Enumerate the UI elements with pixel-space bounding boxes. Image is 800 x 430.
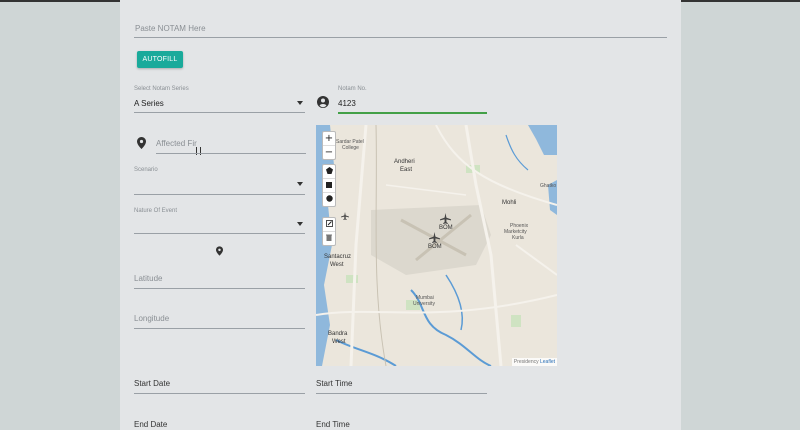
affected-fir-underline [156,153,306,154]
end-date-input[interactable]: End Date [134,420,167,429]
longitude-input[interactable]: Longitude [134,314,169,323]
chevron-down-icon[interactable] [297,101,303,105]
draw-circle-button[interactable] [323,193,335,206]
edit-icon [325,220,333,227]
draw-polygon-button[interactable] [323,165,335,179]
start-time-underline [316,393,487,394]
map-label: BOM [428,244,442,250]
map-label: Andheri [394,159,415,165]
account-icon [317,96,329,108]
edit-layers-button[interactable] [323,218,335,232]
map-view[interactable]: Sardar Patel College Andheri East BOM BO… [316,125,557,366]
series-select[interactable]: A Series [134,99,164,108]
scenario-label: Scenario [134,167,158,173]
polygon-icon [325,167,333,174]
map-attribution[interactable]: Presidency Leaflet [511,358,557,366]
map-label: University [413,301,435,307]
longitude-underline [134,328,305,329]
notam-no-label: Notam No. [338,86,367,92]
location-pin-icon [137,137,146,149]
airport-icon [440,213,451,224]
chevron-down-icon[interactable] [297,182,303,186]
rectangle-icon [326,182,332,188]
latitude-underline [134,288,305,289]
zoom-out-button[interactable]: − [323,146,335,159]
scenario-underline [134,194,305,195]
series-underline [134,112,305,113]
start-date-underline [134,393,305,394]
map-label: Mohli [502,200,517,206]
map-label: Ghatko [540,183,557,189]
draw-rectangle-button[interactable] [323,179,335,193]
attribution-prefix: Presidency [513,359,539,365]
series-label: Select Notam Series [134,86,189,92]
airport-icon [341,212,349,220]
autofill-button[interactable]: AUTOFILL [137,51,183,68]
latitude-input[interactable]: Latitude [134,274,162,283]
trash-icon [326,234,332,241]
chevron-down-icon[interactable] [297,222,303,226]
map-label: East [400,167,413,173]
notam-no-active-underline [338,112,487,114]
circle-icon [325,195,333,202]
map-label: West [330,262,344,268]
notam-paste-underline [134,37,667,38]
zoom-in-button[interactable]: + [323,132,335,146]
notam-paste-input[interactable]: Paste NOTAM Here [135,24,206,33]
airport-icon [429,232,440,243]
start-time-input[interactable]: Start Time [316,379,352,388]
location-pin-icon[interactable] [216,246,223,256]
start-date-input[interactable]: Start Date [134,379,170,388]
nature-of-event-underline [134,233,305,234]
map-label: Bandra [328,331,348,337]
edit-toolbar [322,217,336,246]
draw-toolbar [322,164,336,207]
map-label: Kurla [512,235,524,241]
map-label: Santacruz [324,254,352,260]
map-label: BOM [439,225,453,231]
delete-layers-button[interactable] [323,232,335,245]
zoom-control: + − [322,131,336,160]
notam-no-input[interactable]: 4123 [338,99,356,108]
affected-fir-input[interactable]: Affected Fir [156,139,197,148]
leaflet-link[interactable]: Leaflet [540,359,555,365]
nature-of-event-label: Nature Of Event [134,208,178,214]
end-time-input[interactable]: End Time [316,420,350,429]
map-label: College [342,145,359,151]
map-label: West [332,339,346,345]
